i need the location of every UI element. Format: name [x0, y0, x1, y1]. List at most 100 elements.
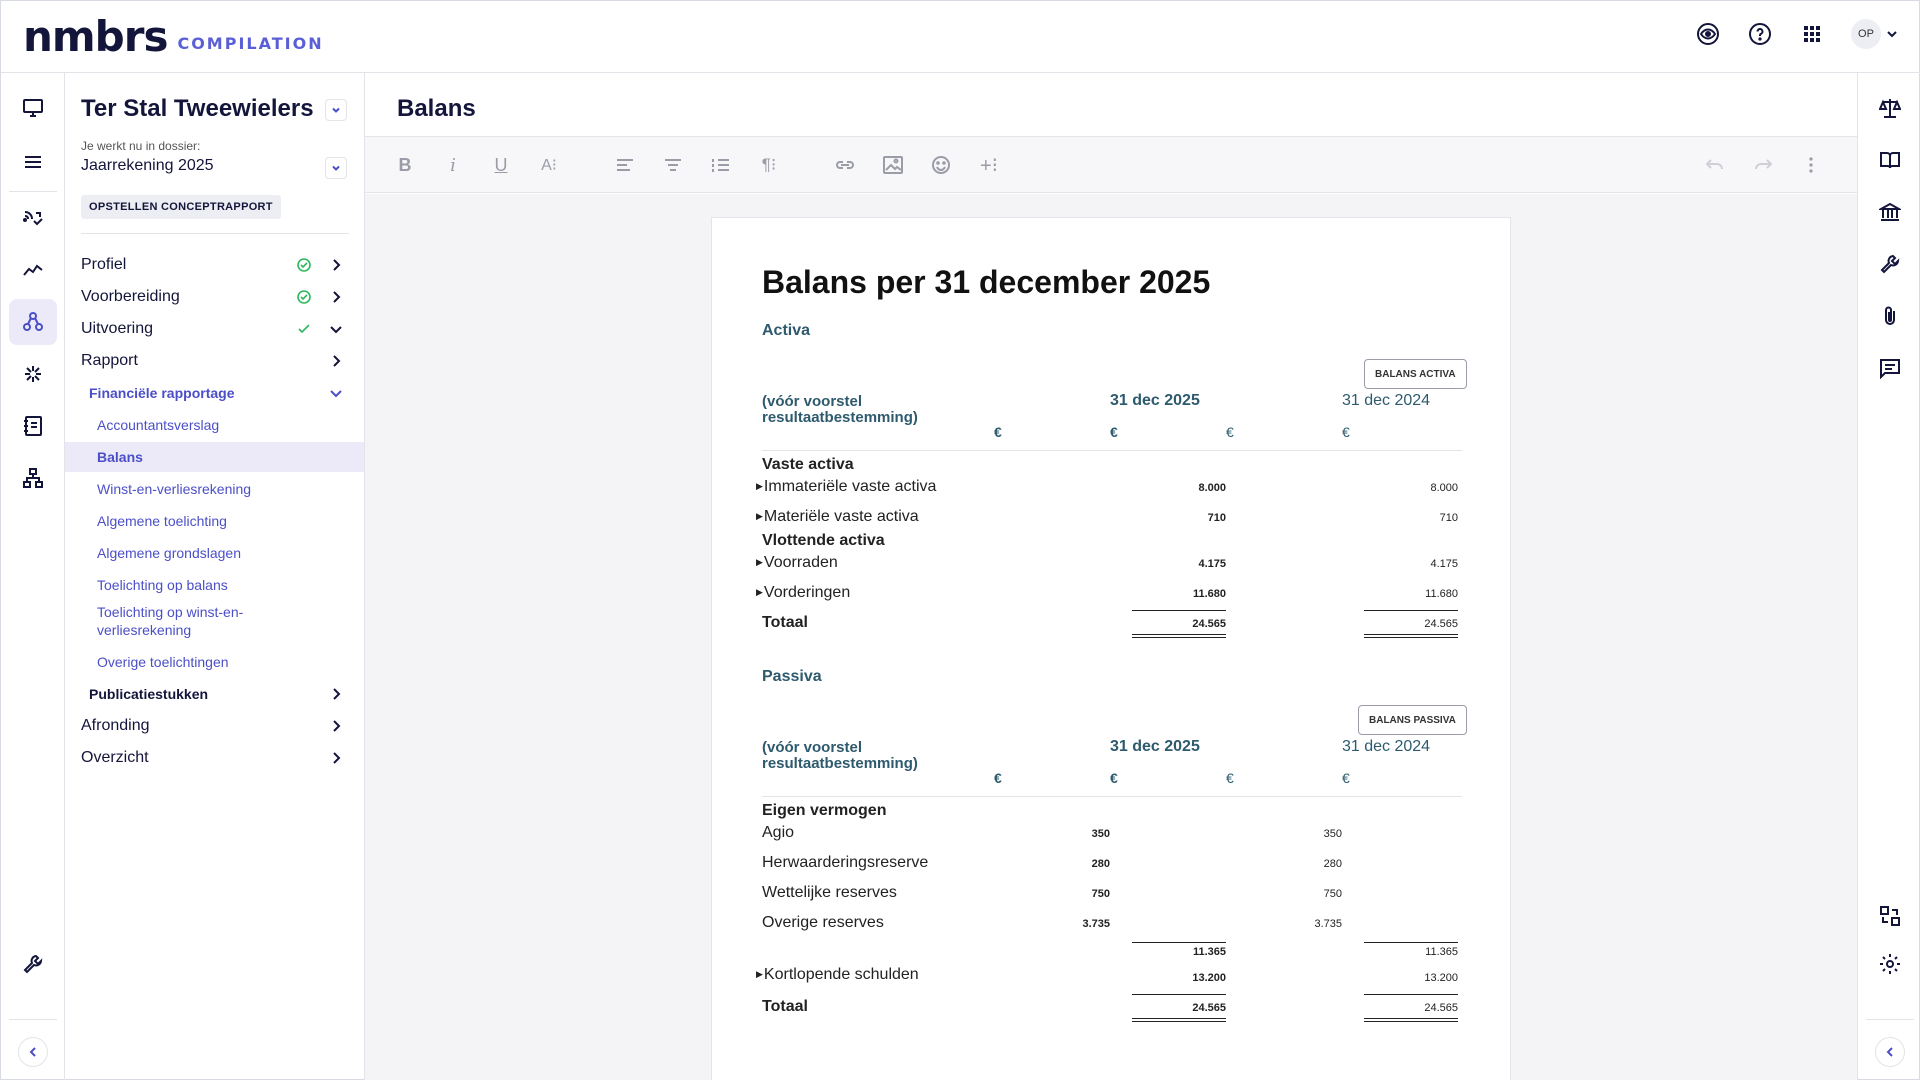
- total-double-underline: [1132, 634, 1226, 638]
- settings-gear-icon[interactable]: [1866, 941, 1914, 987]
- nav-item-publicatiestukken[interactable]: Publicatiestukken: [65, 679, 364, 709]
- nav-item-uitvoering[interactable]: Uitvoering: [65, 314, 364, 344]
- data-feed-icon[interactable]: [9, 195, 57, 241]
- user-menu[interactable]: OP: [1851, 19, 1899, 49]
- column-heading: (vóór voorstel: [762, 739, 863, 756]
- nav-item-accountantsverslag[interactable]: Accountantsverslag: [65, 410, 364, 440]
- top-actions: OP: [1695, 19, 1899, 49]
- expand-triangle-icon[interactable]: ▶: [756, 587, 763, 597]
- balance-activa-tag[interactable]: BALANS ACTIVA: [1364, 359, 1467, 389]
- swap-arrows-icon[interactable]: [1866, 893, 1914, 939]
- align-left-icon[interactable]: [611, 151, 639, 179]
- client-switch-button[interactable]: [325, 99, 347, 121]
- chevron-right-icon: [329, 258, 343, 272]
- checkmark-icon: [297, 322, 311, 336]
- column-date-current: 31 dec 2025: [1110, 738, 1200, 755]
- side-navigation: Ter Stal Tweewielers Je werkt nu in doss…: [65, 73, 365, 1080]
- preview-eye-icon[interactable]: [1695, 21, 1721, 47]
- nav-item-label: Toelichting op winst-en-: [97, 604, 244, 620]
- bold-icon[interactable]: B: [391, 151, 419, 179]
- table-row[interactable]: ▶Materiële vaste activa: [756, 508, 919, 526]
- nav-item-voorbereiding[interactable]: Voorbereiding: [65, 282, 364, 312]
- nav-item-winst-en-verliesrekening[interactable]: Winst-en-verliesrekening: [65, 474, 364, 504]
- insert-plus-icon[interactable]: +⁝: [975, 151, 1003, 179]
- total-previous: 24.565: [1424, 618, 1458, 630]
- bank-building-icon[interactable]: [1866, 189, 1914, 235]
- balance-scale-icon[interactable]: [1866, 85, 1914, 131]
- value-previous: 4.175: [1430, 558, 1458, 570]
- editor-toolbar: B i U A⁝ ¶⁝ +⁝: [365, 137, 1857, 193]
- nav-item-balans[interactable]: Balans: [65, 442, 364, 472]
- value-current: 3.735: [1082, 918, 1110, 930]
- redo-icon[interactable]: [1749, 151, 1777, 179]
- org-chart-icon[interactable]: [9, 455, 57, 501]
- total-previous: 24.565: [1424, 1002, 1458, 1014]
- nav-item-toelichting-op-winst-en-verliesrekening[interactable]: Toelichting op winst-en- verliesrekening: [65, 604, 364, 640]
- value-current: 11.680: [1192, 588, 1226, 600]
- value-current: 710: [1207, 512, 1226, 524]
- analytics-trend-icon[interactable]: [9, 247, 57, 293]
- expand-triangle-icon[interactable]: ▶: [756, 969, 763, 979]
- table-row[interactable]: ▶Kortlopende schulden: [756, 966, 919, 984]
- font-size-icon[interactable]: A⁝: [535, 151, 563, 179]
- column-heading: (vóór voorstel: [762, 393, 863, 410]
- paperclip-icon[interactable]: [1866, 293, 1914, 339]
- structure-nodes-icon[interactable]: [9, 299, 57, 345]
- nav-item-rapport[interactable]: Rapport: [65, 346, 364, 376]
- brand-logo[interactable]: nmbrs: [23, 12, 168, 61]
- table-row[interactable]: ▶Immateriële vaste activa: [756, 478, 936, 496]
- document-page[interactable]: Balans per 31 december 2025 Activa BALAN…: [711, 217, 1511, 1080]
- open-book-icon[interactable]: [1866, 137, 1914, 183]
- column-heading: resultaatbestemming): [762, 755, 918, 772]
- more-vertical-icon[interactable]: [1797, 151, 1825, 179]
- link-icon[interactable]: [831, 151, 859, 179]
- currency-symbol: €: [994, 424, 1002, 440]
- dossier-switch-button[interactable]: [325, 157, 347, 179]
- nav-item-toelichting-op-balans[interactable]: Toelichting op balans: [65, 570, 364, 600]
- ledger-book-icon[interactable]: [9, 403, 57, 449]
- nav-item-overige-toelichtingen[interactable]: Overige toelichtingen: [65, 647, 364, 677]
- align-center-icon[interactable]: [659, 151, 687, 179]
- avatar[interactable]: OP: [1851, 19, 1881, 49]
- table-row[interactable]: ▶Vorderingen: [756, 584, 850, 602]
- nav-item-label: Algemene grondslagen: [97, 545, 241, 561]
- wrench-icon[interactable]: [1866, 241, 1914, 287]
- nav-item-profiel[interactable]: Profiel: [65, 250, 364, 280]
- collapse-left-icon[interactable]: [9, 1029, 57, 1075]
- row-label: Materiële vaste activa: [763, 508, 919, 525]
- total-current: 24.565: [1192, 1002, 1226, 1014]
- menu-list-icon[interactable]: [9, 139, 57, 185]
- tools-wrench-icon[interactable]: [9, 941, 57, 987]
- dossier-value: Jaarrekening 2025: [81, 157, 214, 174]
- nav-item-label: Balans: [97, 449, 143, 465]
- table-row[interactable]: ▶Voorraden: [756, 554, 838, 572]
- nav-item-label: Afronding: [81, 717, 150, 734]
- italic-icon[interactable]: i: [439, 151, 467, 179]
- expand-triangle-icon[interactable]: ▶: [756, 511, 763, 521]
- image-icon[interactable]: [879, 151, 907, 179]
- dashboard-monitor-icon[interactable]: [9, 85, 57, 131]
- help-icon[interactable]: [1747, 21, 1773, 47]
- collapse-right-panel-icon[interactable]: [1866, 1029, 1914, 1075]
- undo-icon[interactable]: [1701, 151, 1729, 179]
- expand-triangle-icon[interactable]: ▶: [756, 557, 763, 567]
- nav-item-algemene-toelichting[interactable]: Algemene toelichting: [65, 506, 364, 536]
- nav-item-overzicht[interactable]: Overzicht: [65, 743, 364, 773]
- nav-item-label: Overzicht: [81, 749, 149, 766]
- nav-item-financiele-rapportage[interactable]: Financiële rapportage: [65, 378, 364, 408]
- explode-tool-icon[interactable]: [9, 351, 57, 397]
- apps-grid-icon[interactable]: [1799, 21, 1825, 47]
- nav-item-label: Financiële rapportage: [89, 385, 235, 401]
- chevron-right-icon: [329, 290, 343, 304]
- paragraph-icon[interactable]: ¶⁝: [755, 151, 783, 179]
- balance-passiva-tag[interactable]: BALANS PASSIVA: [1358, 705, 1467, 735]
- underline-icon[interactable]: U: [487, 151, 515, 179]
- nav-item-algemene-grondslagen[interactable]: Algemene grondslagen: [65, 538, 364, 568]
- comments-icon[interactable]: [1866, 345, 1914, 391]
- total-label: Totaal: [762, 998, 808, 1015]
- value-previous: 280: [1323, 858, 1342, 870]
- numbered-list-icon[interactable]: [707, 151, 735, 179]
- expand-triangle-icon[interactable]: ▶: [756, 481, 763, 491]
- emoji-icon[interactable]: [927, 151, 955, 179]
- nav-item-afronding[interactable]: Afronding: [65, 711, 364, 741]
